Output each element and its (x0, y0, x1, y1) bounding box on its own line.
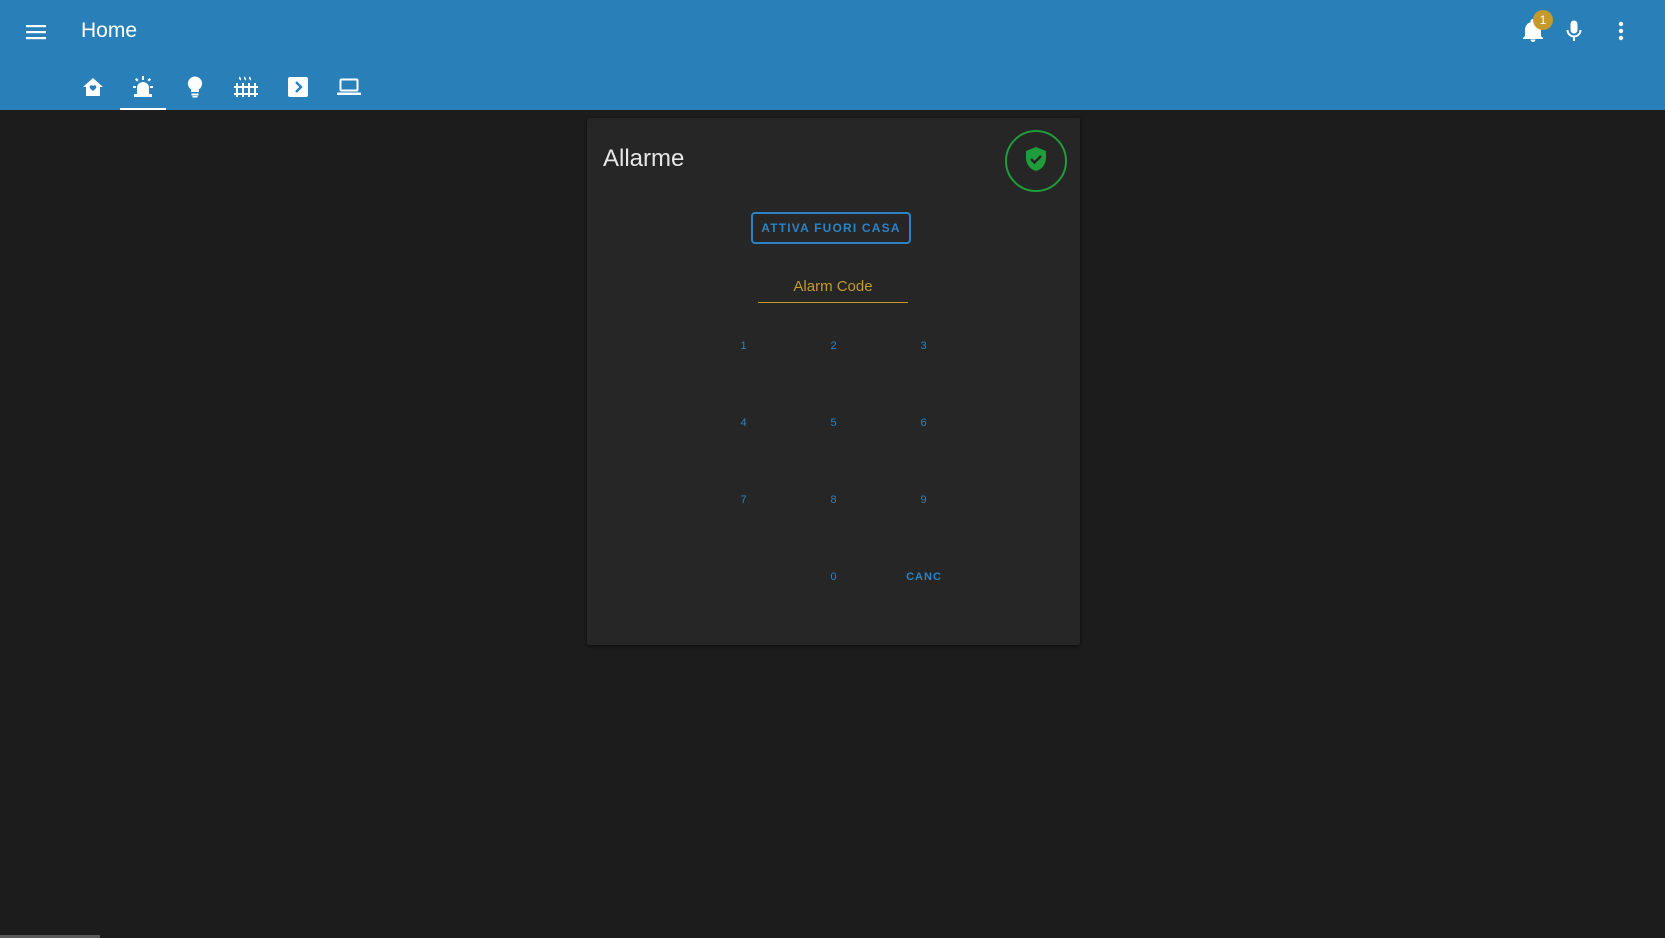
tab-alarm[interactable] (120, 68, 166, 110)
keypad-key-9[interactable]: 9 (894, 480, 954, 520)
laptop-icon (337, 78, 361, 101)
tab-home[interactable] (70, 68, 116, 110)
keypad-key-2[interactable]: 2 (804, 326, 864, 366)
keypad-key-3[interactable]: 3 (894, 326, 954, 366)
lightbulb-icon (187, 75, 203, 103)
arm-away-button[interactable]: ATTIVA FUORI CASA (751, 212, 911, 244)
keypad-key-5[interactable]: 5 (804, 403, 864, 443)
chevron-right-box-icon (287, 76, 309, 103)
tab-devices[interactable] (326, 68, 372, 110)
keypad-key-7[interactable]: 7 (714, 480, 774, 520)
alarm-panel-title: Allarme (603, 145, 685, 172)
hamburger-menu-icon[interactable] (20, 16, 52, 48)
microphone-icon[interactable] (1557, 14, 1591, 48)
keypad-key-1[interactable]: 1 (714, 326, 774, 366)
tab-scripts[interactable] (275, 68, 321, 110)
keypad-key-6[interactable]: 6 (894, 403, 954, 443)
alarm-code-label: Alarm Code (793, 278, 873, 295)
radiator-icon (234, 75, 258, 103)
shield-check-icon (1025, 146, 1047, 177)
app-header: Home 1 (0, 0, 1665, 110)
alarm-state-badge[interactable] (1005, 130, 1067, 192)
alarm-light-icon (131, 75, 155, 103)
page-title: Home (81, 19, 138, 42)
alarm-code-input[interactable]: Alarm Code (758, 270, 908, 303)
keypad-clear-button[interactable]: CANC (894, 557, 954, 597)
keypad-key-4[interactable]: 4 (714, 403, 774, 443)
alarm-panel-card: Allarme ATTIVA FUORI CASA Alarm Code 1 2… (587, 118, 1080, 645)
home-icon (82, 77, 104, 102)
keypad-key-8[interactable]: 8 (804, 480, 864, 520)
more-vertical-icon[interactable] (1604, 14, 1638, 48)
notification-count-badge: 1 (1533, 10, 1553, 30)
keypad-key-0[interactable]: 0 (804, 557, 864, 597)
tab-lights[interactable] (172, 68, 218, 110)
tab-heating[interactable] (223, 68, 269, 110)
